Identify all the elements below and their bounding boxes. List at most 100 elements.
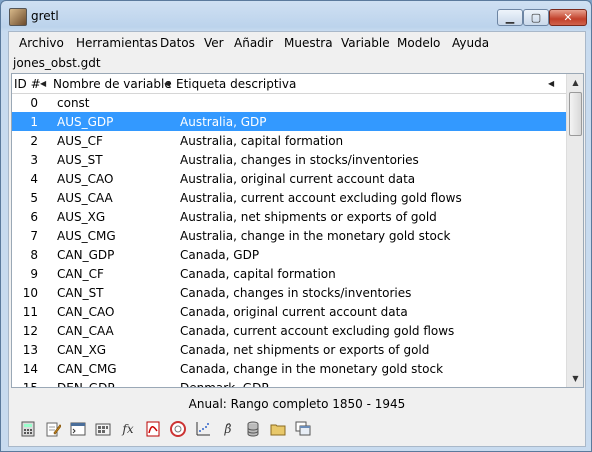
row-label: Australia, net shipments or exports of g… <box>180 210 437 224</box>
row-label: Denmark, GDP <box>180 381 269 388</box>
windows-icon[interactable] <box>294 420 312 438</box>
beta-icon[interactable]: β̂ <box>219 420 237 438</box>
status-text: Anual: Rango completo 1850 - 1945 <box>188 397 406 411</box>
row-label: Canada, change in the monetary gold stoc… <box>180 362 444 376</box>
table-row[interactable]: 11 CAN_CAO Canada, original current accoun… <box>12 302 566 321</box>
row-id: 2 <box>30 134 38 148</box>
terminal-icon[interactable] <box>69 420 87 438</box>
vertical-scrollbar[interactable]: ▲ ▼ <box>566 74 583 387</box>
row-label: Australia, current account excluding gol… <box>180 191 462 205</box>
row-variable-name: AUS_GDP <box>57 115 114 129</box>
table-row[interactable]: 5 AUS_CAA Australia, current account exclu… <box>12 188 566 207</box>
menu-muestra[interactable]: Muestra <box>284 36 333 50</box>
menu-herramientas[interactable]: Herramientas <box>76 36 158 50</box>
session-icon[interactable] <box>94 420 112 438</box>
gretl-app-icon <box>9 8 27 26</box>
row-label: Australia, changes in stocks/inventories <box>180 153 419 167</box>
row-id: 5 <box>30 191 38 205</box>
table-row[interactable]: 8 CAN_GDP Canada, GDP <box>12 245 566 264</box>
row-label: Canada, original current account data <box>180 305 408 319</box>
title-bar[interactable]: gretl ▁ ▢ ✕ <box>1 1 591 31</box>
column-separator-icon: ◀ <box>40 79 47 88</box>
table-row[interactable]: 2 AUS_CF Australia, capital formation <box>12 131 566 150</box>
row-variable-name: CAN_CAA <box>57 324 114 338</box>
row-id: 7 <box>30 229 38 243</box>
row-variable-name: AUS_CAO <box>57 172 114 186</box>
scroll-down-icon[interactable]: ▼ <box>567 370 583 387</box>
row-id: 12 <box>22 324 38 338</box>
table-row[interactable]: 7 AUS_CMG Australia, change in the monetar… <box>12 226 566 245</box>
row-label: Australia, change in the monetary gold s… <box>180 229 451 243</box>
table-row[interactable]: 12 CAN_CAA Canada, current account excludi… <box>12 321 566 340</box>
main-window: gretl ▁ ▢ ✕ Archivo Herramientas Datos V… <box>0 0 592 452</box>
row-id: 8 <box>30 248 38 262</box>
database-icon[interactable] <box>244 420 262 438</box>
help-icon[interactable] <box>169 420 187 438</box>
scroll-thumb[interactable] <box>569 92 582 136</box>
row-variable-name: AUS_XG <box>57 210 106 224</box>
table-row[interactable]: 13 CAN_XG Canada, net shipments or exports… <box>12 340 566 359</box>
row-id: 6 <box>30 210 38 224</box>
table-row[interactable]: 0 const <box>12 93 566 112</box>
table-row[interactable]: 3 AUS_ST Australia, changes in stocks/inve… <box>12 150 566 169</box>
row-variable-name: CAN_GDP <box>57 248 115 262</box>
row-id: 0 <box>30 96 38 110</box>
row-variable-name: AUS_CMG <box>57 229 116 243</box>
column-separator-icon: ◀ <box>164 79 171 88</box>
variable-list[interactable]: ID # ◀ Nombre de variable ◀ Etiqueta des… <box>11 73 584 388</box>
row-label: Australia, GDP <box>180 115 267 129</box>
row-id: 3 <box>30 153 38 167</box>
table-row[interactable]: 1 AUS_GDP Australia, GDP <box>12 112 566 131</box>
row-variable-name: DEN_GDP <box>57 381 115 388</box>
row-id: 1 <box>30 115 38 129</box>
minimize-button[interactable]: ▁ <box>497 9 523 26</box>
menu-archivo[interactable]: Archivo <box>19 36 64 50</box>
menu-datos[interactable]: Datos <box>160 36 195 50</box>
pdf-icon[interactable] <box>144 420 162 438</box>
menu-ayuda[interactable]: Ayuda <box>452 36 489 50</box>
table-row[interactable]: 9 CAN_CF Canada, capital formation <box>12 264 566 283</box>
row-id: 15 <box>22 381 38 388</box>
table-row[interactable]: 6 AUS_XG Australia, net shipments or expor… <box>12 207 566 226</box>
row-label: Canada, current account excluding gold f… <box>180 324 455 338</box>
row-id: 4 <box>30 172 38 186</box>
column-header-id[interactable]: ID # <box>14 77 41 91</box>
row-id: 13 <box>22 343 38 357</box>
column-separator-icon: ◀ <box>548 79 555 88</box>
row-label: Australia, original current account data <box>180 172 416 186</box>
edit-icon[interactable] <box>44 420 62 438</box>
row-label: Canada, net shipments or exports of gold <box>180 343 430 357</box>
row-id: 11 <box>22 305 38 319</box>
plot-icon[interactable] <box>194 420 212 438</box>
list-header: ID # ◀ Nombre de variable ◀ Etiqueta des… <box>12 74 566 94</box>
client-area: Archivo Herramientas Datos Ver Añadir Mu… <box>8 31 586 447</box>
table-row[interactable]: 4 AUS_CAO Australia, original current acco… <box>12 169 566 188</box>
calculator-icon[interactable] <box>19 420 37 438</box>
row-id: 10 <box>22 286 38 300</box>
row-variable-name: CAN_CAO <box>57 305 115 319</box>
row-variable-name: CAN_ST <box>57 286 104 300</box>
row-id: 14 <box>22 362 38 376</box>
row-label: Canada, capital formation <box>180 267 336 281</box>
menu-bar: Archivo Herramientas Datos Ver Añadir Mu… <box>9 32 585 54</box>
table-row[interactable]: 15 DEN_GDP Denmark, GDP <box>12 378 566 388</box>
row-variable-name: AUS_CAA <box>57 191 113 205</box>
function-icon[interactable]: fx <box>119 420 137 438</box>
scroll-up-icon[interactable]: ▲ <box>567 74 583 91</box>
column-header-label[interactable]: Etiqueta descriptiva <box>176 77 296 91</box>
row-variable-name: AUS_ST <box>57 153 103 167</box>
menu-modelo[interactable]: Modelo <box>397 36 440 50</box>
menu-ver[interactable]: Ver <box>204 36 224 50</box>
menu-variable[interactable]: Variable <box>341 36 390 50</box>
dataset-filename: jones_obst.gdt <box>13 56 101 70</box>
close-button[interactable]: ✕ <box>549 9 587 26</box>
maximize-button[interactable]: ▢ <box>523 9 549 26</box>
row-variable-name: CAN_CF <box>57 267 104 281</box>
table-row[interactable]: 14 CAN_CMG Canada, change in the monetary … <box>12 359 566 378</box>
row-label: Canada, changes in stocks/inventories <box>180 286 412 300</box>
row-variable-name: CAN_XG <box>57 343 107 357</box>
menu-anadir[interactable]: Añadir <box>234 36 273 50</box>
column-header-name[interactable]: Nombre de variable <box>53 77 172 91</box>
folder-icon[interactable] <box>269 420 287 438</box>
table-row[interactable]: 10 CAN_ST Canada, changes in stocks/invent… <box>12 283 566 302</box>
